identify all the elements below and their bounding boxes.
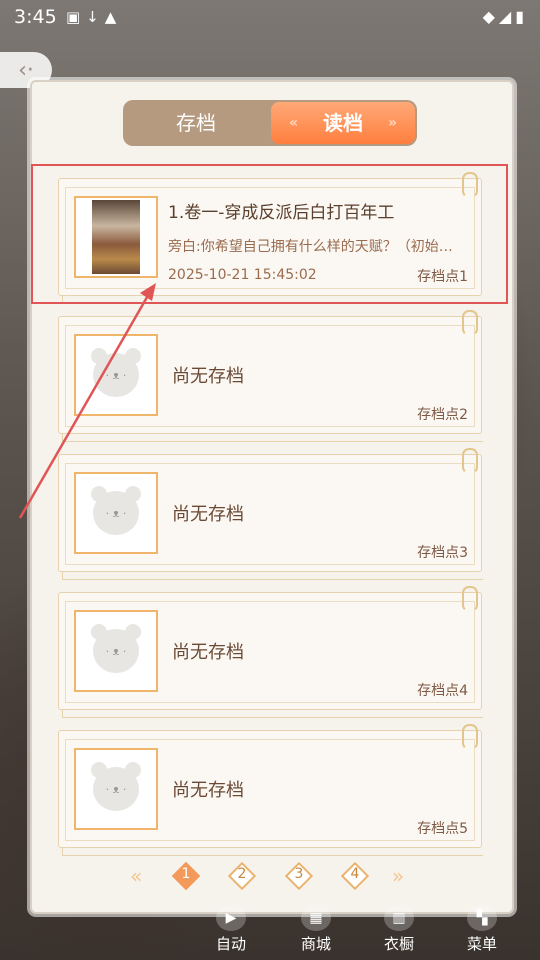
shop-icon: ▦ (301, 905, 331, 931)
play-icon: ▶ (216, 905, 246, 931)
page-last-icon[interactable]: » (392, 864, 404, 888)
menu-button[interactable]: ▚ 菜单 (447, 905, 517, 954)
menu-icon: ▚ (467, 905, 497, 931)
wardrobe-button[interactable]: ▥ 衣橱 (364, 905, 434, 954)
game-bottom-bar: ▶ 自动 ▦ 商城 ▥ 衣橱 ▚ 菜单 (0, 905, 540, 960)
auto-button[interactable]: ▶ 自动 (196, 905, 266, 954)
page-1[interactable]: 1 (171, 861, 201, 891)
page-4[interactable]: 4 (340, 861, 370, 891)
shop-button[interactable]: ▦ 商城 (281, 905, 351, 954)
page-first-icon[interactable]: « (130, 864, 142, 888)
page-3[interactable]: 3 (284, 861, 314, 891)
annotation-arrow (18, 283, 156, 519)
pagination: « 1 2 3 4 » (130, 861, 410, 892)
wardrobe-icon: ▥ (384, 905, 414, 931)
page-2[interactable]: 2 (227, 861, 257, 891)
